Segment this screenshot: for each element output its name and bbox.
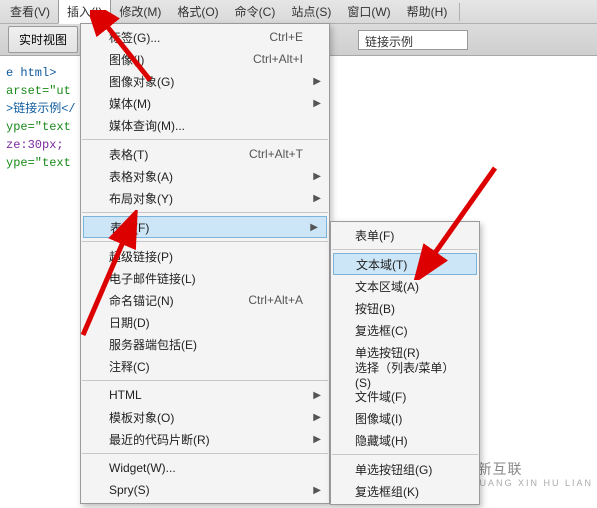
submenu-arrow-icon: ▶ — [313, 434, 321, 445]
menu-item-label: 日期(D) — [109, 314, 303, 331]
menu-item-label: 图像对象(G) — [109, 73, 303, 90]
menu-help[interactable]: 帮助(H) — [399, 0, 456, 23]
menu-item-label: 服务器端包括(E) — [109, 336, 303, 353]
submenu-item-label: 文本域(T) — [356, 256, 407, 273]
menu-item-label: 图像(I) — [109, 51, 253, 68]
menu-item[interactable]: 模板对象(O) ▶ — [81, 406, 329, 428]
menu-item-label: 表格对象(A) — [109, 168, 303, 185]
submenu-arrow-icon: ▶ — [313, 171, 321, 182]
submenu-item-label: 表单(F) — [355, 227, 394, 244]
menu-item-shortcut: Ctrl+Alt+A — [248, 293, 303, 307]
menu-item-label: 表单(F) — [110, 219, 302, 236]
menu-item-label: 超级链接(P) — [109, 248, 303, 265]
menu-item-label: 媒体查询(M)... — [109, 117, 303, 134]
submenu-item-label: 复选框组(K) — [355, 483, 419, 500]
menu-separator — [332, 249, 478, 250]
menu-item-label: 媒体(M) — [109, 95, 303, 112]
menu-item[interactable]: 注释(C) — [81, 355, 329, 377]
submenu-item[interactable]: 隐藏域(H) — [331, 429, 479, 451]
menu-item[interactable]: 表格对象(A) ▶ — [81, 165, 329, 187]
menu-item-shortcut: Ctrl+Alt+T — [249, 147, 303, 161]
menu-item-shortcut: Ctrl+Alt+I — [253, 52, 303, 66]
menu-item[interactable]: 媒体查询(M)... — [81, 114, 329, 136]
submenu-item[interactable]: 选择（列表/菜单）(S) — [331, 363, 479, 385]
menu-separator — [82, 139, 328, 140]
submenu-item-label: 文件域(F) — [355, 388, 406, 405]
menu-item[interactable]: 标签(G)...Ctrl+E — [81, 26, 329, 48]
menu-item-label: 表格(T) — [109, 146, 249, 163]
menu-separator — [82, 241, 328, 242]
menu-site[interactable]: 站点(S) — [283, 0, 339, 23]
menu-item-label: 模板对象(O) — [109, 409, 303, 426]
submenu-item[interactable]: 按钮(B) — [331, 297, 479, 319]
menu-item-shortcut: Ctrl+E — [269, 30, 303, 44]
insert-menu-dropdown: 标签(G)...Ctrl+E图像(I)Ctrl+Alt+I图像对象(G)▶媒体(… — [80, 23, 330, 504]
menu-item[interactable]: 最近的代码片断(R) ▶ — [81, 428, 329, 450]
submenu-arrow-icon: ▶ — [313, 98, 321, 109]
submenu-item[interactable]: 文本域(T) — [333, 253, 477, 275]
submenu-item-label: 图像域(I) — [355, 410, 402, 427]
document-title-field[interactable]: 链接示例 — [358, 30, 468, 50]
menu-item[interactable]: 布局对象(Y) ▶ — [81, 187, 329, 209]
watermark-brand: 创新互联 — [462, 462, 593, 476]
menu-item[interactable]: 命名锚记(N)Ctrl+Alt+A — [81, 289, 329, 311]
menu-item[interactable]: Spry(S) ▶ — [81, 479, 329, 501]
menu-item[interactable]: HTML ▶ — [81, 384, 329, 406]
submenu-arrow-icon: ▶ — [313, 76, 321, 87]
menu-item[interactable]: 表格(T)Ctrl+Alt+T — [81, 143, 329, 165]
menu-view[interactable]: 查看(V) — [2, 0, 58, 23]
menu-item-label: 最近的代码片断(R) — [109, 431, 303, 448]
watermark-tagline: CHUANG XIN HU LIAN — [462, 476, 593, 490]
menu-item[interactable]: 图像对象(G) ▶ — [81, 70, 329, 92]
submenu-item-label: 隐藏域(H) — [355, 432, 408, 449]
menu-item-label: 电子邮件链接(L) — [109, 270, 303, 287]
menubar: 查看(V) 插入(I) 修改(M) 格式(O) 命令(C) 站点(S) 窗口(W… — [0, 0, 597, 24]
submenu-item-label: 选择（列表/菜单）(S) — [355, 359, 467, 390]
menu-modify[interactable]: 修改(M) — [111, 0, 169, 23]
menu-item-label: Spry(S) — [109, 483, 303, 497]
menu-item[interactable]: Widget(W)... — [81, 457, 329, 479]
menu-item-label: 注释(C) — [109, 358, 303, 375]
form-submenu: 表单(F)文本域(T)文本区域(A)按钮(B)复选框(C)单选按钮(R)选择（列… — [330, 221, 480, 505]
menu-format[interactable]: 格式(O) — [169, 0, 226, 23]
menu-item-label: 命名锚记(N) — [109, 292, 248, 309]
menu-item-label: Widget(W)... — [109, 461, 303, 475]
menu-item[interactable]: 电子邮件链接(L) — [81, 267, 329, 289]
menu-separator — [82, 380, 328, 381]
submenu-item[interactable]: 图像域(I) — [331, 407, 479, 429]
submenu-item[interactable]: 复选框(C) — [331, 319, 479, 341]
menu-insert[interactable]: 插入(I) — [58, 0, 111, 24]
live-view-tab[interactable]: 实时视图 — [8, 26, 78, 53]
submenu-arrow-icon: ▶ — [313, 390, 321, 401]
menu-item[interactable]: 表单(F) ▶ — [83, 216, 327, 238]
submenu-arrow-icon: ▶ — [310, 222, 318, 233]
submenu-arrow-icon: ▶ — [313, 193, 321, 204]
menu-separator — [82, 212, 328, 213]
menu-separator — [332, 454, 478, 455]
submenu-item-label: 文本区域(A) — [355, 278, 419, 295]
menu-item[interactable]: 图像(I)Ctrl+Alt+I — [81, 48, 329, 70]
submenu-arrow-icon: ▶ — [313, 485, 321, 496]
submenu-item[interactable]: 单选按钮组(G) — [331, 458, 479, 480]
menu-item[interactable]: 日期(D) — [81, 311, 329, 333]
submenu-item[interactable]: 表单(F) — [331, 224, 479, 246]
menu-item-label: HTML — [109, 388, 303, 402]
menu-item-label: 标签(G)... — [109, 29, 269, 46]
menu-separator — [82, 453, 328, 454]
submenu-item-label: 单选按钮组(G) — [355, 461, 432, 478]
menu-item[interactable]: 超级链接(P) — [81, 245, 329, 267]
submenu-item-label: 按钮(B) — [355, 300, 395, 317]
menu-command[interactable]: 命令(C) — [227, 0, 284, 23]
menu-item-label: 布局对象(Y) — [109, 190, 303, 207]
menubar-separator — [459, 3, 460, 21]
menu-item[interactable]: 服务器端包括(E) — [81, 333, 329, 355]
submenu-arrow-icon: ▶ — [313, 412, 321, 423]
menu-window[interactable]: 窗口(W) — [339, 0, 398, 23]
submenu-item[interactable]: 文本区域(A) — [331, 275, 479, 297]
submenu-item[interactable]: 复选框组(K) — [331, 480, 479, 502]
menu-item[interactable]: 媒体(M) ▶ — [81, 92, 329, 114]
submenu-item-label: 复选框(C) — [355, 322, 408, 339]
